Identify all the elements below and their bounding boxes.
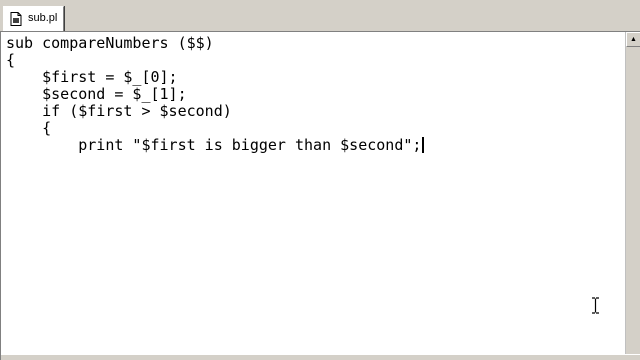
code-line-4: $second = $_[1]; — [6, 85, 187, 103]
horizontal-scrollbar[interactable] — [1, 354, 640, 360]
code-line-2: { — [6, 51, 16, 69]
text-caret — [422, 137, 425, 153]
code-line-5: if ($first > $second) — [6, 102, 232, 120]
vertical-scrollbar[interactable]: ▲ — [625, 32, 640, 356]
tab-bar: sub.pl — [0, 0, 640, 32]
tab-sub-pl[interactable]: sub.pl — [3, 6, 64, 31]
code-line-1: sub compareNumbers ($$) — [6, 34, 214, 52]
code-line-7: print "$first is bigger than $second"; — [6, 136, 425, 154]
arrow-up-icon: ▲ — [630, 36, 637, 43]
code-line-3: $first = $_[0]; — [6, 68, 178, 86]
file-icon — [10, 12, 22, 26]
ibeam-cursor-icon — [592, 297, 599, 314]
tab-label: sub.pl — [28, 12, 58, 24]
editor-window: sub compareNumbers ($$){ $first = $_[0];… — [0, 31, 640, 360]
code-text: sub compareNumbers ($$){ $first = $_[0];… — [6, 34, 425, 154]
code-line-7-text: print "$first is bigger than $second"; — [6, 136, 422, 154]
scroll-up-button[interactable]: ▲ — [626, 32, 640, 47]
code-editor[interactable]: sub compareNumbers ($$){ $first = $_[0];… — [1, 32, 625, 356]
code-line-6: { — [6, 119, 52, 137]
